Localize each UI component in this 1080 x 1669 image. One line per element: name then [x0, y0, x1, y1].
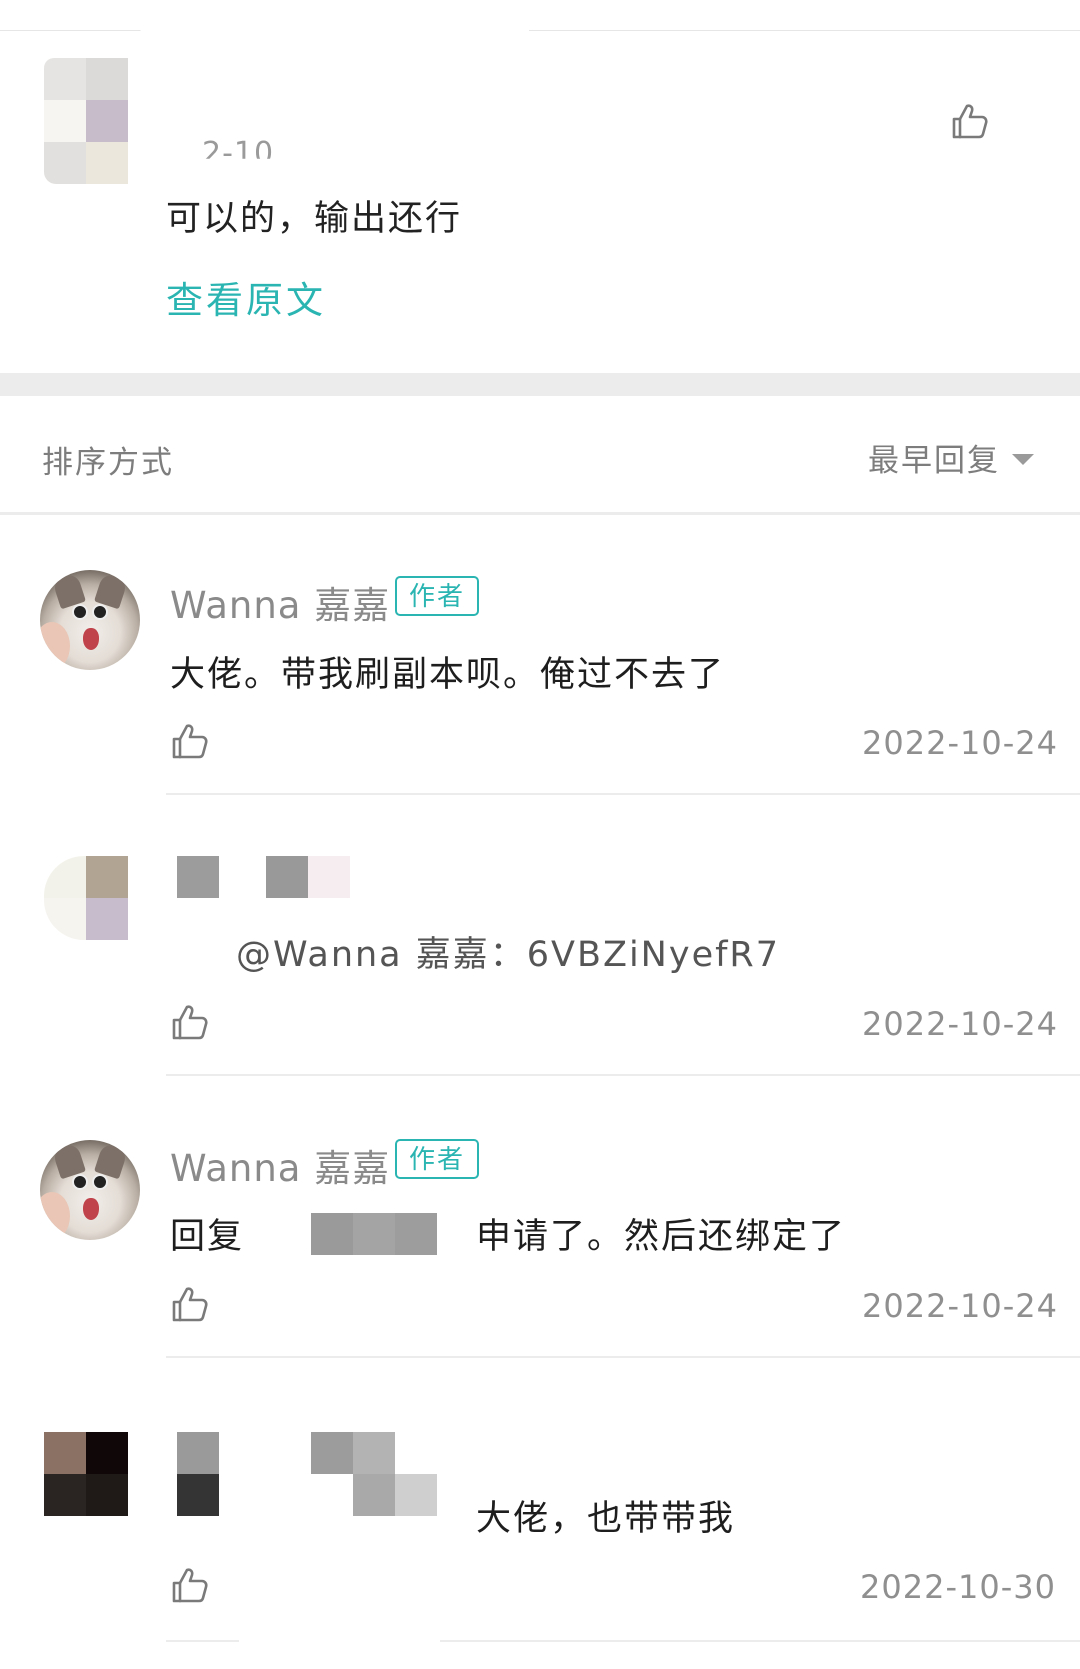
top-divider — [0, 30, 1080, 31]
redacted-name-block — [308, 856, 350, 898]
thumbs-up-icon[interactable] — [170, 1003, 210, 1043]
comment-text: 大佬，也带带我 — [476, 1499, 736, 1539]
redacted-name-block — [353, 1432, 395, 1474]
redacted-name-block — [353, 1213, 395, 1255]
avatar[interactable] — [40, 1140, 140, 1240]
comment-date: 2022-10-24 — [862, 1287, 1058, 1325]
avatar[interactable] — [40, 570, 140, 670]
comment-date: 2022-10-30 — [860, 1568, 1056, 1606]
redacted-name-block — [311, 1213, 353, 1255]
sort-label: 排序方式 — [42, 445, 174, 481]
original-comment-text: 可以的，输出还行 — [166, 199, 463, 239]
reply-prefix: 回复 — [170, 1217, 245, 1257]
redacted-name-block — [311, 1432, 353, 1474]
sort-selected-value: 最早回复 — [868, 443, 1000, 479]
comment-divider — [166, 1640, 1080, 1642]
avatar-pixelated — [44, 1432, 128, 1516]
avatar-pixelated — [44, 58, 128, 184]
redacted-name-block — [353, 1474, 395, 1516]
section-separator — [0, 373, 1080, 396]
view-original-link[interactable]: 查看原文 — [166, 270, 326, 324]
comment-divider — [166, 793, 1080, 795]
sort-dropdown[interactable]: 最早回复 — [868, 435, 1034, 480]
redacted-name-block — [266, 856, 308, 898]
redacted-name-block — [177, 1432, 219, 1474]
comment-date: 2022-10-24 — [862, 724, 1058, 762]
thumbs-up-icon[interactable] — [170, 722, 210, 762]
thumbs-up-icon[interactable] — [950, 102, 990, 142]
comment-divider — [166, 1356, 1080, 1358]
comment-author[interactable]: Wanna 嘉嘉 — [170, 575, 390, 629]
author-badge: 作者 — [395, 576, 480, 616]
comment-text: @Wanna 嘉嘉：6VBZiNyefR7 — [236, 935, 781, 975]
thumbs-up-icon[interactable] — [170, 1566, 210, 1606]
comment-date: 2022-10-24 — [862, 1005, 1058, 1043]
caret-down-icon — [1012, 454, 1034, 465]
comment-text: 大佬。带我刷副本呗。俺过不去了 — [170, 655, 726, 695]
redacted-name-block — [395, 1474, 437, 1516]
avatar-pixelated — [44, 856, 128, 940]
original-comment-date: 2-10 — [202, 136, 275, 171]
author-badge: 作者 — [395, 1139, 480, 1179]
redacted-name-block — [177, 1474, 219, 1516]
comment-text: 申请了。然后还绑定了 — [476, 1217, 847, 1257]
sort-divider — [0, 512, 1080, 515]
comment-divider — [166, 1074, 1080, 1076]
thumbs-up-icon[interactable] — [170, 1285, 210, 1325]
redacted-name-block — [177, 856, 219, 898]
comment-author[interactable]: Wanna 嘉嘉 — [170, 1138, 390, 1192]
redacted-name-block — [395, 1213, 437, 1255]
